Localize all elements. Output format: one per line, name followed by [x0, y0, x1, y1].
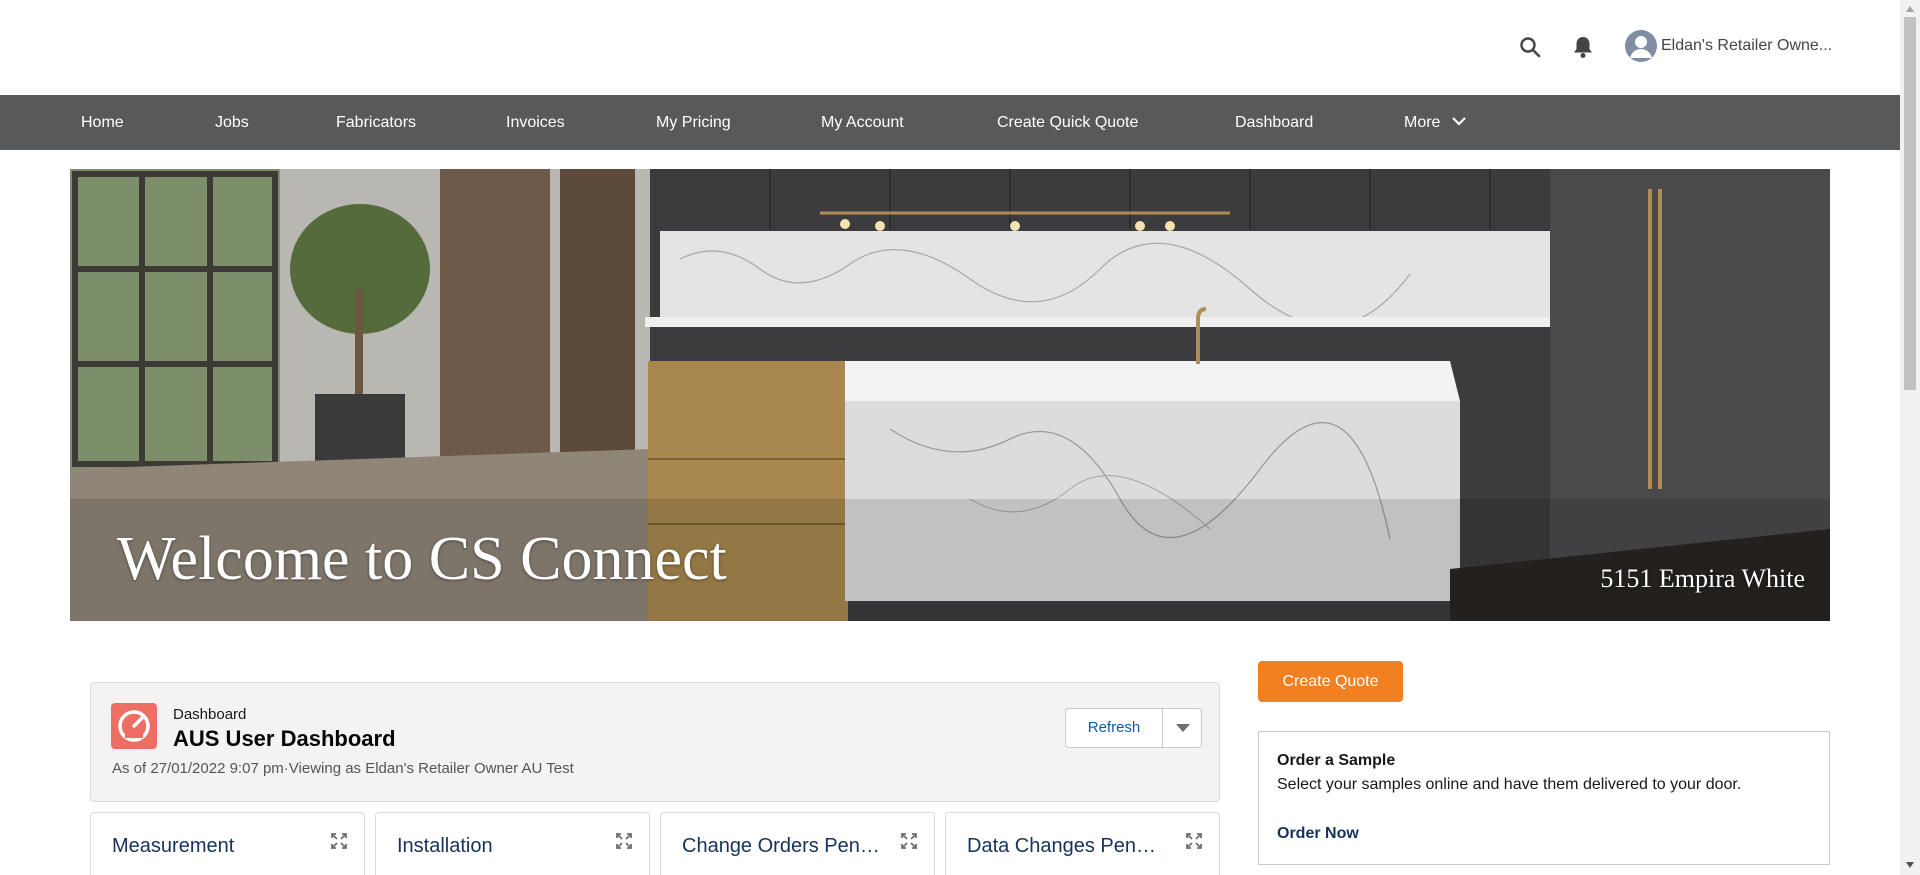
expand-icon[interactable]	[901, 833, 917, 849]
hero-welcome-title: Welcome to CS Connect	[117, 525, 727, 593]
dashboard-meta: As of 27/01/2022 9:07 pm·Viewing as Elda…	[112, 760, 574, 777]
tile-label: Data Changes Pending	[967, 835, 1167, 857]
order-sample-title: Order a Sample	[1277, 752, 1396, 769]
tile-change-orders-pending[interactable]: Change Orders Pending	[660, 812, 935, 875]
top-header: Eldan's Retailer Owne...	[0, 0, 1900, 95]
bell-icon[interactable]	[1570, 34, 1596, 60]
scroll-up-arrow-icon[interactable]	[1906, 6, 1914, 12]
tile-label: Measurement	[112, 835, 235, 857]
user-name[interactable]: Eldan's Retailer Owne...	[1661, 37, 1832, 55]
create-quote-button[interactable]: Create Quote	[1258, 661, 1403, 702]
nav-item-create-quick-quote[interactable]: Create Quick Quote	[997, 95, 1138, 150]
nav-item-fabricators[interactable]: Fabricators	[336, 95, 416, 150]
user-avatar-icon[interactable]	[1625, 30, 1657, 62]
hero-product-caption: 5151 Empira White	[1600, 564, 1805, 593]
expand-icon[interactable]	[1186, 833, 1202, 849]
chevron-down-icon	[1452, 117, 1466, 126]
refresh-button[interactable]: Refresh	[1065, 708, 1162, 748]
order-sample-description: Select your samples online and have them…	[1277, 776, 1742, 793]
tile-data-changes-pending[interactable]: Data Changes Pending	[945, 812, 1220, 875]
caret-down-icon	[1176, 724, 1190, 732]
dashboard-label: Dashboard	[173, 706, 247, 723]
expand-icon[interactable]	[616, 833, 632, 849]
hero-banner: Welcome to CS Connect 5151 Empira White	[70, 169, 1830, 621]
order-sample-card: Order a Sample Select your samples onlin…	[1258, 731, 1830, 865]
dashboard-menu-button[interactable]	[1162, 708, 1202, 748]
nav-item-dashboard[interactable]: Dashboard	[1235, 95, 1313, 150]
nav-item-more-label: More	[1404, 114, 1441, 131]
nav-item-my-account[interactable]: My Account	[821, 95, 904, 150]
page-scrollbar[interactable]	[1900, 0, 1920, 875]
nav-item-invoices[interactable]: Invoices	[506, 95, 565, 150]
tile-label: Change Orders Pending	[682, 835, 882, 857]
tile-installation[interactable]: Installation	[375, 812, 650, 875]
dashboard-header-card: Dashboard AUS User Dashboard As of 27/01…	[90, 682, 1220, 802]
nav-item-more[interactable]: More	[1404, 95, 1467, 150]
tile-measurement[interactable]: Measurement	[90, 812, 365, 875]
nav-item-home[interactable]: Home	[81, 95, 124, 150]
dashboard-title: AUS User Dashboard	[173, 726, 396, 751]
dashboard-gauge-icon	[111, 703, 157, 749]
scroll-down-arrow-icon[interactable]	[1906, 862, 1914, 868]
order-now-link[interactable]: Order Now	[1277, 825, 1359, 843]
tile-label: Installation	[397, 835, 493, 857]
expand-icon[interactable]	[331, 833, 347, 849]
scrollbar-thumb[interactable]	[1904, 17, 1916, 390]
nav-item-my-pricing[interactable]: My Pricing	[656, 95, 731, 150]
search-icon[interactable]	[1518, 35, 1542, 59]
nav-item-jobs[interactable]: Jobs	[215, 95, 249, 150]
main-nav: Home Jobs Fabricators Invoices My Pricin…	[0, 95, 1900, 150]
